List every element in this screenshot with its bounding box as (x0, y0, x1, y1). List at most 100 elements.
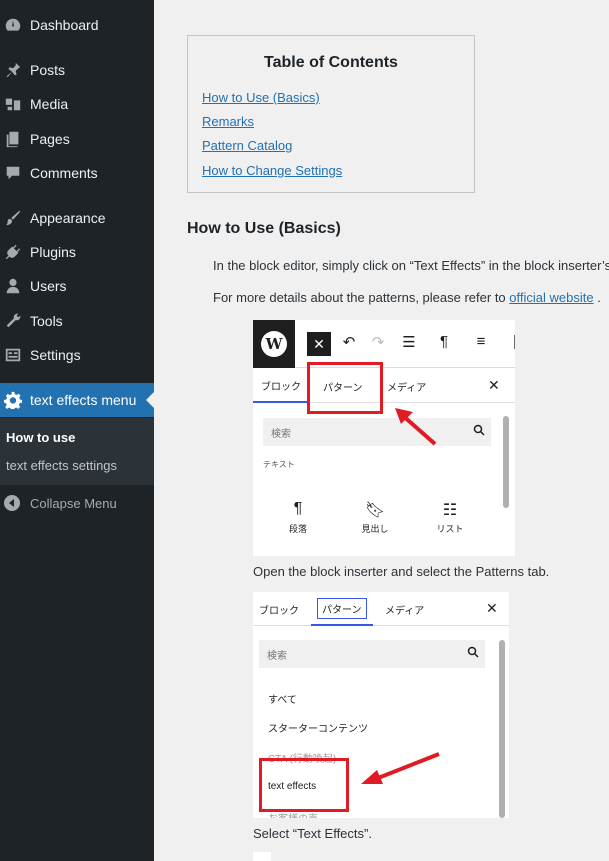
inserter-search: 検索 (259, 640, 485, 668)
search-placeholder: 検索 (271, 428, 291, 440)
menu-label: Pages (30, 131, 70, 147)
gear-icon (4, 391, 22, 409)
next-screenshot-edge (253, 852, 271, 861)
menu-item-comments[interactable]: Comments (0, 156, 154, 190)
align-icon: ≡ (476, 333, 486, 350)
menu-label: Media (30, 96, 69, 112)
collapse-menu-button[interactable]: Collapse Menu (0, 490, 154, 516)
block-label: リスト (436, 524, 464, 534)
admin-sidebar: Dashboard Posts Media Pages Comments App… (0, 0, 154, 861)
menu-item-settings[interactable]: Settings (0, 338, 154, 372)
wordpress-logo-icon: W (253, 320, 295, 368)
collapse-label: Collapse Menu (30, 495, 117, 511)
search-icon (473, 424, 485, 436)
collapse-icon (4, 495, 20, 511)
submenu: How to use text effects settings (0, 418, 154, 485)
search-placeholder: 検索 (267, 650, 287, 662)
scrollbar (499, 640, 505, 818)
brush-icon (4, 209, 22, 227)
paragraph-suffix: . (597, 290, 601, 305)
main-content: Table of Contents How to Use (Basics) Re… (154, 0, 609, 861)
official-website-link[interactable]: official website (509, 290, 593, 305)
screenshot-block-inserter: W ✕ ↶ ↷ ☰ ¶ ≡ | ブロック パターン メディア ✕ 検索 テキスト… (253, 320, 515, 556)
list-view-icon: ☰ (402, 334, 416, 351)
settings-icon (4, 346, 22, 364)
media-icon (4, 95, 22, 113)
menu-item-pages[interactable]: Pages (0, 122, 154, 156)
list-icon: ☷ (442, 502, 458, 519)
redo-icon: ↷ (371, 334, 385, 351)
menu-label: text effects menu (30, 392, 137, 408)
screenshot-patterns-tab: ブロック パターン メディア ✕ 検索 すべて スターターコンテンツ CTA (… (253, 592, 509, 818)
highlight-arrow-icon (395, 408, 437, 446)
search-icon (467, 646, 479, 658)
toc-title: Table of Contents (264, 54, 398, 71)
block-paragraph: ¶ 段落 (273, 500, 323, 535)
caption-open-inserter: Open the block inserter and select the P… (253, 564, 550, 579)
tab-blocks: ブロック (253, 369, 309, 403)
paragraph-more-details: For more details about the patterns, ple… (213, 290, 601, 305)
tab-media: メディア (387, 382, 427, 394)
caption-select-text-effects: Select “Text Effects”. (253, 826, 372, 841)
menu-label: Settings (30, 347, 81, 363)
plugin-icon (4, 243, 22, 261)
comment-icon (4, 164, 22, 182)
menu-item-text-effects[interactable]: text effects menu (0, 383, 154, 417)
paragraph-icon: ¶ (293, 500, 303, 517)
toc-link-pattern-catalog[interactable]: Pattern Catalog (202, 138, 292, 153)
menu-label: Dashboard (30, 17, 99, 33)
inserter-tabs: ブロック パターン メディア ✕ (253, 592, 509, 626)
pattern-category-all: すべて (268, 695, 297, 706)
block-label: 見出し (361, 524, 389, 534)
submenu-item-text-effects-settings[interactable]: text effects settings (6, 458, 117, 473)
toc-link-remarks[interactable]: Remarks (202, 114, 254, 129)
category-label: テキスト (263, 460, 295, 469)
tab-media: メディア (385, 605, 425, 617)
highlight-arrow-icon (361, 752, 440, 784)
menu-item-users[interactable]: Users (0, 269, 154, 303)
close-icon: ✕ (488, 377, 500, 393)
user-icon (4, 277, 22, 295)
menu-item-posts[interactable]: Posts (0, 53, 154, 87)
menu-label: Appearance (30, 210, 106, 226)
menu-label: Comments (30, 165, 98, 181)
highlight-box (259, 758, 349, 812)
paragraph-intro: In the block editor, simply click on “Te… (213, 258, 609, 273)
editor-toolbar: W ✕ ↶ ↷ ☰ ¶ ≡ | (253, 320, 515, 368)
tab-patterns-label: パターン (317, 597, 367, 619)
menu-item-plugins[interactable]: Plugins (0, 235, 154, 269)
toc-link-basics[interactable]: How to Use (Basics) (202, 90, 320, 105)
block-list: ☷ リスト (425, 500, 475, 535)
current-menu-arrow (146, 392, 154, 408)
block-label: 段落 (288, 524, 307, 534)
inserter-tabs: ブロック パターン メディア ✕ (253, 369, 515, 403)
section-heading: How to Use (Basics) (187, 220, 341, 237)
wrench-icon (4, 312, 22, 330)
tab-blocks: ブロック (259, 605, 299, 617)
menu-label: Posts (30, 62, 66, 78)
tab-patterns: パターン (311, 592, 373, 626)
pattern-category-starter: スターターコンテンツ (268, 724, 368, 735)
menu-item-tools[interactable]: Tools (0, 304, 154, 338)
block-heading: 🔖︎ 見出し (350, 500, 400, 535)
menu-label: Tools (30, 313, 63, 329)
undo-icon: ↶ (342, 334, 356, 351)
highlight-box (307, 362, 383, 414)
menu-item-media[interactable]: Media (0, 87, 154, 121)
table-of-contents: Table of Contents How to Use (Basics) Re… (187, 35, 475, 193)
pages-icon (4, 130, 22, 148)
paragraph-icon: ¶ (439, 333, 449, 350)
close-icon: ✕ (486, 600, 498, 616)
menu-label: Plugins (30, 244, 76, 260)
scrollbar (503, 416, 509, 508)
close-icon: ✕ (307, 332, 331, 356)
pin-icon (4, 61, 22, 79)
menu-item-appearance[interactable]: Appearance (0, 201, 154, 235)
menu-label: Users (30, 278, 67, 294)
bookmark-icon: 🔖︎ (364, 502, 386, 519)
toc-link-change-settings[interactable]: How to Change Settings (202, 163, 342, 178)
menu-item-dashboard[interactable]: Dashboard (0, 8, 154, 42)
submenu-item-how-to-use[interactable]: How to use (6, 430, 75, 445)
dashboard-icon (4, 16, 22, 34)
paragraph-prefix: For more details about the patterns, ple… (213, 290, 506, 305)
